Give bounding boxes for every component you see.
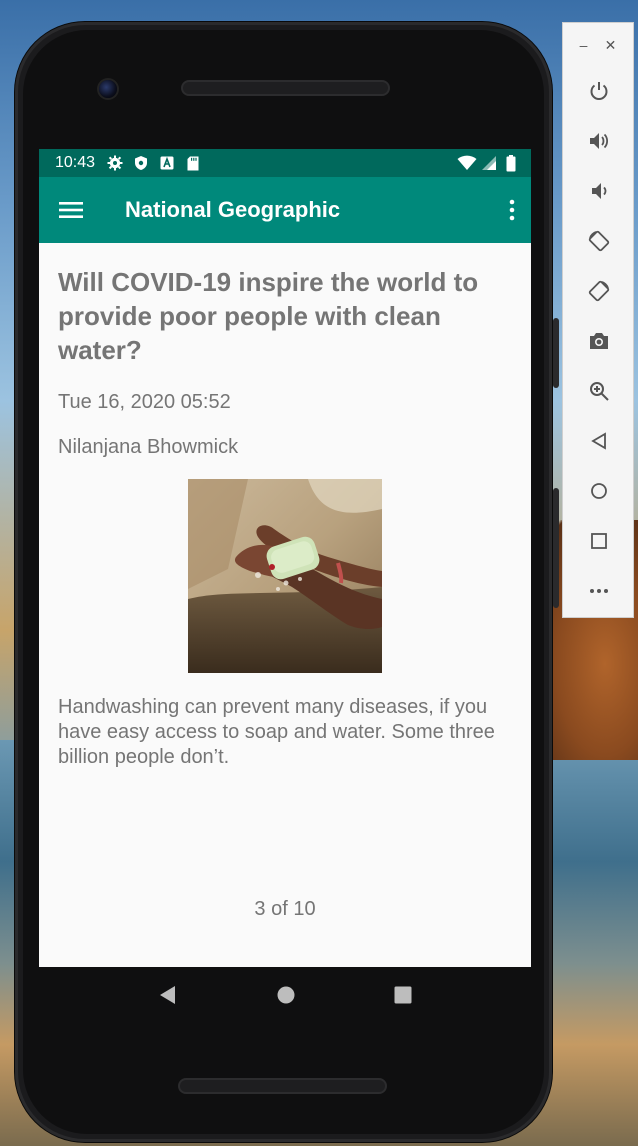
shield-icon bbox=[133, 155, 149, 171]
wifi-icon bbox=[457, 155, 477, 171]
close-icon[interactable]: ✕ bbox=[605, 37, 617, 54]
a-icon bbox=[159, 155, 175, 171]
home-icon[interactable] bbox=[277, 986, 295, 1004]
app-title: National Geographic bbox=[125, 197, 341, 222]
article-author: Nilanjana Bhowmick bbox=[58, 436, 239, 458]
emulator-home-icon[interactable] bbox=[563, 466, 635, 516]
volume-up-icon[interactable] bbox=[563, 116, 635, 166]
rotate-right-icon[interactable] bbox=[563, 266, 635, 316]
emulator-back-icon[interactable] bbox=[563, 416, 635, 466]
zoom-icon[interactable] bbox=[563, 366, 635, 416]
rotate-left-icon[interactable] bbox=[563, 216, 635, 266]
volume-down-icon[interactable] bbox=[563, 166, 635, 216]
phone-power-button bbox=[553, 318, 559, 388]
signal-icon bbox=[481, 155, 497, 171]
settings-icon bbox=[107, 155, 123, 171]
power-icon[interactable] bbox=[563, 66, 635, 116]
app-bar: National Geographic bbox=[39, 177, 531, 243]
article-headline: Will COVID-19 inspire the world to provi… bbox=[58, 267, 479, 365]
camera-icon[interactable] bbox=[563, 316, 635, 366]
hamburger-icon[interactable] bbox=[59, 201, 83, 219]
phone-volume-button bbox=[553, 488, 559, 608]
article-date: Tue 16, 2020 05:52 bbox=[58, 391, 231, 413]
earpiece-speaker bbox=[183, 82, 388, 94]
back-icon[interactable] bbox=[158, 985, 178, 1005]
article-description: Handwashing can prevent many diseases, i… bbox=[58, 696, 495, 768]
article-content: Will COVID-19 inspire the world to provi… bbox=[39, 243, 531, 770]
more-icon[interactable] bbox=[563, 566, 635, 616]
page-indicator: 3 of 10 bbox=[254, 898, 316, 920]
bottom-speaker bbox=[180, 1080, 385, 1092]
battery-icon bbox=[503, 154, 519, 171]
front-camera bbox=[99, 80, 117, 98]
article-photo bbox=[188, 479, 382, 673]
navigation-bar bbox=[39, 967, 531, 1023]
emulator-window-controls: – ✕ bbox=[563, 23, 633, 54]
overview-icon[interactable] bbox=[563, 516, 635, 566]
status-bar: 10:43 bbox=[39, 149, 531, 177]
sd-card-icon bbox=[185, 155, 201, 171]
minimize-icon[interactable]: – bbox=[580, 37, 588, 54]
recents-icon[interactable] bbox=[394, 986, 412, 1004]
device-screen: 10:43 National Geographic Will COVID-19 … bbox=[39, 149, 531, 967]
status-time: 10:43 bbox=[55, 154, 96, 171]
emulator-control-panel: – ✕ bbox=[562, 22, 634, 618]
more-vert-icon[interactable] bbox=[509, 199, 515, 221]
